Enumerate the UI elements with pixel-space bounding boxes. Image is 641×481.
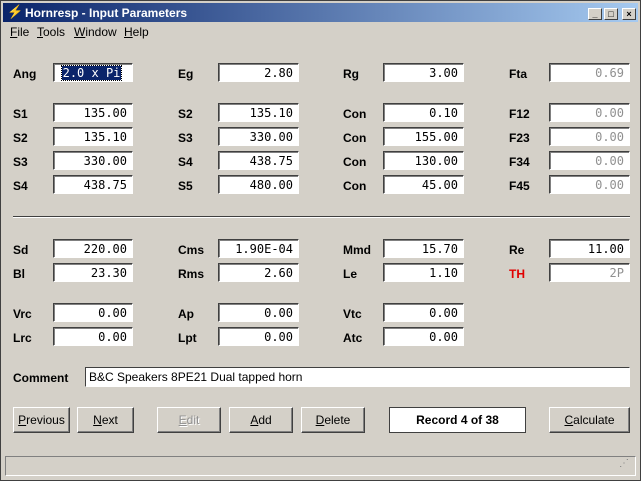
- eg-label: Eg: [178, 67, 194, 81]
- section-divider: [13, 216, 630, 218]
- rg-label: Rg: [343, 67, 359, 81]
- close-button[interactable]: ×: [622, 8, 636, 20]
- resize-grip-icon[interactable]: ⋰: [619, 459, 629, 469]
- f45-label: F45: [509, 179, 530, 193]
- lrc-field[interactable]: 0.00: [53, 327, 133, 346]
- vtc-field[interactable]: 0.00: [383, 303, 464, 322]
- f34-label: F34: [509, 155, 530, 169]
- s5-field[interactable]: 480.00: [218, 175, 299, 194]
- s4-label: S4: [178, 155, 193, 169]
- hornresp-app-icon: ⚡: [7, 4, 24, 19]
- minimize-button[interactable]: _: [588, 8, 602, 20]
- f45-field: 0.00: [549, 175, 630, 194]
- le-field[interactable]: 1.10: [383, 263, 464, 282]
- s5-label: S5: [178, 179, 193, 193]
- lrc-label: Lrc: [13, 331, 32, 345]
- th-field: 2P: [549, 263, 630, 282]
- delete-button[interactable]: Delete: [301, 407, 365, 433]
- con2-field[interactable]: 155.00: [383, 127, 464, 146]
- th-label[interactable]: TH: [509, 267, 525, 281]
- next-button[interactable]: Next: [77, 407, 134, 433]
- f12-field: 0.00: [549, 103, 630, 122]
- con3-field[interactable]: 130.00: [383, 151, 464, 170]
- re-field[interactable]: 11.00: [549, 239, 630, 258]
- con4-field[interactable]: 45.00: [383, 175, 464, 194]
- sd-field[interactable]: 220.00: [53, 239, 133, 258]
- cms-field[interactable]: 1.90E-04: [218, 239, 299, 258]
- rms-label: Rms: [178, 267, 205, 281]
- ang-value: 2.0 x Pi: [60, 65, 123, 81]
- bl-label: Bl: [13, 267, 25, 281]
- menu-window[interactable]: Window: [74, 25, 117, 39]
- vrc-label: Vrc: [13, 307, 32, 321]
- f23-field: 0.00: [549, 127, 630, 146]
- con1-field[interactable]: 0.10: [383, 103, 464, 122]
- mmd-field[interactable]: 15.70: [383, 239, 464, 258]
- cms-label: Cms: [178, 243, 205, 257]
- vtc-label: Vtc: [343, 307, 362, 321]
- s4-field[interactable]: 438.75: [218, 151, 299, 170]
- s1-field[interactable]: 135.00: [53, 103, 133, 122]
- menu-tools[interactable]: Tools: [37, 25, 65, 39]
- fta-label: Fta: [509, 67, 527, 81]
- add-button[interactable]: Add: [229, 407, 293, 433]
- con3-label: Con: [343, 155, 367, 169]
- re-label: Re: [509, 243, 525, 257]
- s3-label: S3: [178, 131, 193, 145]
- sd-label: Sd: [13, 243, 29, 257]
- le-label: Le: [343, 267, 358, 281]
- edit-button: Edit: [157, 407, 221, 433]
- fta-field: 0.69: [549, 63, 630, 82]
- record-indicator: Record 4 of 38: [389, 407, 526, 433]
- f23-label: F23: [509, 131, 530, 145]
- ap-label: Ap: [178, 307, 194, 321]
- comment-label: Comment: [13, 371, 69, 385]
- hornresp-window: ⚡ Hornresp - Input Parameters _ □ × File…: [0, 0, 641, 481]
- ang-label: Ang: [13, 67, 37, 81]
- s2-seg2-label: S2: [13, 131, 28, 145]
- con2-label: Con: [343, 131, 367, 145]
- s2-label: S2: [178, 107, 193, 121]
- rms-field[interactable]: 2.60: [218, 263, 299, 282]
- previous-button[interactable]: Previous: [13, 407, 70, 433]
- s3-field[interactable]: 330.00: [218, 127, 299, 146]
- f12-label: F12: [509, 107, 530, 121]
- maximize-button[interactable]: □: [604, 8, 618, 20]
- s4-seg4-field[interactable]: 438.75: [53, 175, 133, 194]
- s1-label: S1: [13, 107, 28, 121]
- lpt-field[interactable]: 0.00: [218, 327, 299, 346]
- atc-field[interactable]: 0.00: [383, 327, 464, 346]
- menu-help[interactable]: Help: [124, 25, 149, 39]
- s3-seg3-label: S3: [13, 155, 28, 169]
- window-title: Hornresp - Input Parameters: [25, 6, 188, 20]
- calculate-button[interactable]: Calculate: [549, 407, 630, 433]
- con4-label: Con: [343, 179, 367, 193]
- lpt-label: Lpt: [178, 331, 197, 345]
- s2-field[interactable]: 135.10: [218, 103, 299, 122]
- ang-field[interactable]: 2.0 x Pi: [53, 63, 133, 82]
- menu-bar: File Tools Window Help: [3, 23, 638, 41]
- ap-field[interactable]: 0.00: [218, 303, 299, 322]
- mmd-label: Mmd: [343, 243, 371, 257]
- f34-field: 0.00: [549, 151, 630, 170]
- s2-seg2-field[interactable]: 135.10: [53, 127, 133, 146]
- title-bar: ⚡ Hornresp - Input Parameters _ □ ×: [3, 3, 638, 22]
- con1-label: Con: [343, 107, 367, 121]
- menu-file[interactable]: File: [10, 25, 29, 39]
- bl-field[interactable]: 23.30: [53, 263, 133, 282]
- comment-field[interactable]: B&C Speakers 8PE21 Dual tapped horn: [85, 367, 630, 387]
- eg-field[interactable]: 2.80: [218, 63, 299, 82]
- s4-seg4-label: S4: [13, 179, 28, 193]
- status-bar: ⋰: [5, 456, 636, 476]
- vrc-field[interactable]: 0.00: [53, 303, 133, 322]
- s3-seg3-field[interactable]: 330.00: [53, 151, 133, 170]
- atc-label: Atc: [343, 331, 363, 345]
- rg-field[interactable]: 3.00: [383, 63, 464, 82]
